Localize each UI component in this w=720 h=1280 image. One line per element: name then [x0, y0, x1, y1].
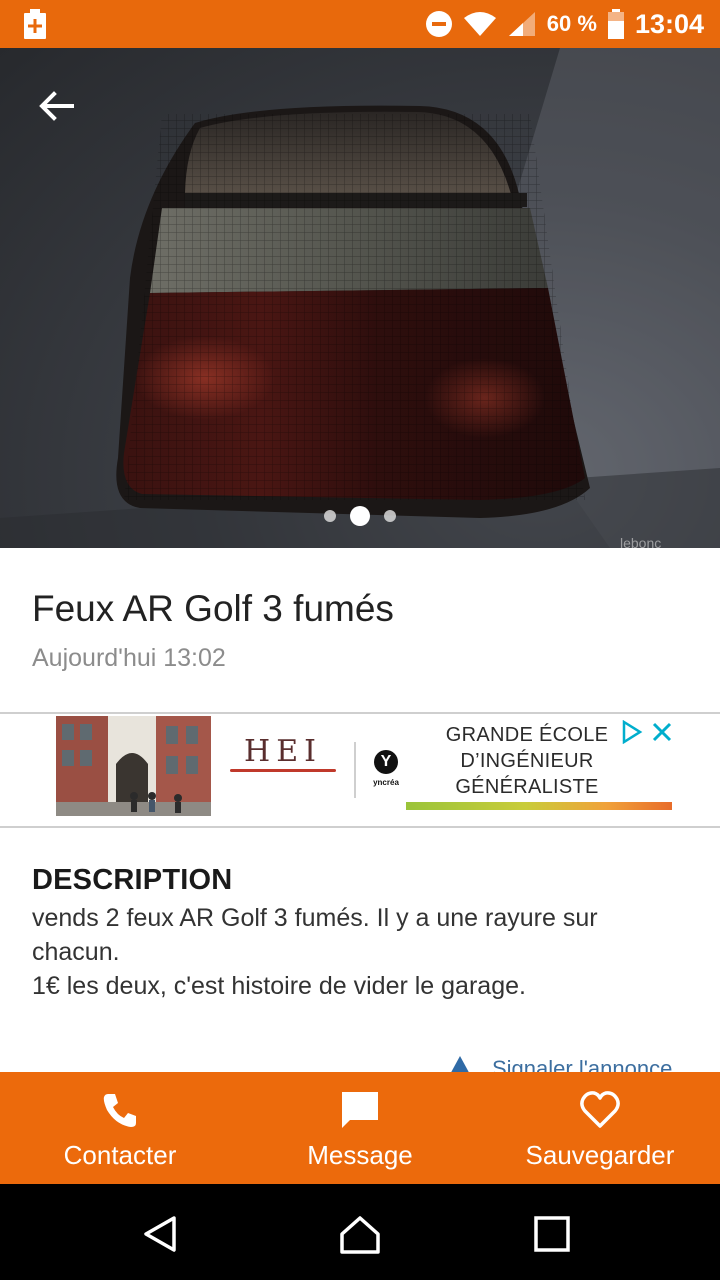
battery-percent: 60 % — [546, 11, 597, 36]
description-line: 1€ les deux, c'est histoire de vider le … — [32, 972, 526, 1000]
ad-copy-line: GÉNÉRALISTE — [455, 776, 599, 798]
save-button[interactable]: Sauvegarder — [480, 1072, 720, 1184]
ad-divider — [354, 742, 356, 798]
description-line: vends 2 feux AR Golf 3 fumés. Il y a une… — [32, 904, 598, 966]
do-not-disturb-icon — [425, 11, 452, 37]
description-heading: DESCRIPTION — [32, 864, 233, 896]
clock: 13:04 — [634, 8, 704, 39]
ad-photo — [56, 716, 211, 816]
gallery-dot-active[interactable] — [350, 506, 370, 526]
ad-brand-name: HEI — [244, 734, 322, 769]
listing-title: Feux AR Golf 3 fumés — [32, 588, 394, 629]
svg-text:lebonc: lebonc — [620, 535, 661, 548]
listing-header: Feux AR Golf 3 fumés Aujourd'hui 13:02 — [32, 586, 692, 673]
listing-photo: lebonc — [0, 48, 720, 548]
battery-icon — [607, 9, 624, 39]
nav-recents-icon[interactable] — [530, 1212, 574, 1256]
ad-copy-line: GRANDE ÉCOLE — [445, 724, 609, 746]
heart-outline-icon — [580, 1091, 620, 1128]
ad-brand-swoosh — [230, 769, 336, 772]
ad-color-bar — [406, 802, 672, 810]
warning-icon — [450, 1056, 470, 1074]
action-bar: Contacter Message Sauvegarder — [0, 1072, 720, 1184]
ad-banner[interactable]: HEI Y yncréa GRANDE ÉCOLE D’INGÉNIEUR GÉ… — [0, 712, 720, 828]
back-arrow-icon[interactable] — [34, 84, 78, 128]
listing-date: Aujourd'hui 13:02 — [32, 644, 226, 672]
ad-brand-tagline — [224, 780, 342, 787]
ad-close-icon[interactable] — [650, 720, 674, 744]
ad-copy-line: D’INGÉNIEUR — [460, 750, 594, 772]
battery-plus-icon — [24, 9, 46, 39]
ad-choices-icon[interactable] — [620, 720, 644, 744]
ad-partner-logo: Y yncréa — [366, 750, 406, 787]
nav-back-icon[interactable] — [138, 1212, 182, 1256]
system-nav-bar — [0, 1184, 720, 1280]
yncrea-icon: Y — [374, 750, 398, 774]
ad-partner-name: yncréa — [373, 778, 399, 787]
signal-icon — [508, 12, 535, 36]
wifi-icon — [463, 12, 496, 36]
gallery-dot[interactable] — [384, 510, 396, 522]
message-button-label: Message — [307, 1140, 413, 1170]
contact-button[interactable]: Contacter — [0, 1072, 240, 1184]
gallery-pagination — [0, 506, 720, 526]
ad-copy: GRANDE ÉCOLE D’INGÉNIEUR GÉNÉRALISTE — [414, 722, 640, 800]
phone-icon — [103, 1094, 136, 1127]
save-button-label: Sauvegarder — [525, 1140, 675, 1170]
description-section: DESCRIPTION vends 2 feux AR Golf 3 fumés… — [32, 864, 692, 1003]
ad-brand-logo: HEI — [224, 734, 342, 787]
chat-bubble-icon — [342, 1092, 378, 1128]
description-body: vends 2 feux AR Golf 3 fumés. Il y a une… — [32, 901, 692, 1003]
nav-home-icon[interactable] — [338, 1212, 382, 1256]
report-listing-link[interactable]: Signaler l'annonce — [446, 1054, 706, 1074]
message-button[interactable]: Message — [240, 1072, 480, 1184]
listing-photo-gallery[interactable]: lebonc — [0, 48, 720, 548]
status-bar: 60 % 13:04 — [0, 0, 720, 48]
gallery-dot[interactable] — [324, 510, 336, 522]
contact-button-label: Contacter — [63, 1140, 177, 1170]
